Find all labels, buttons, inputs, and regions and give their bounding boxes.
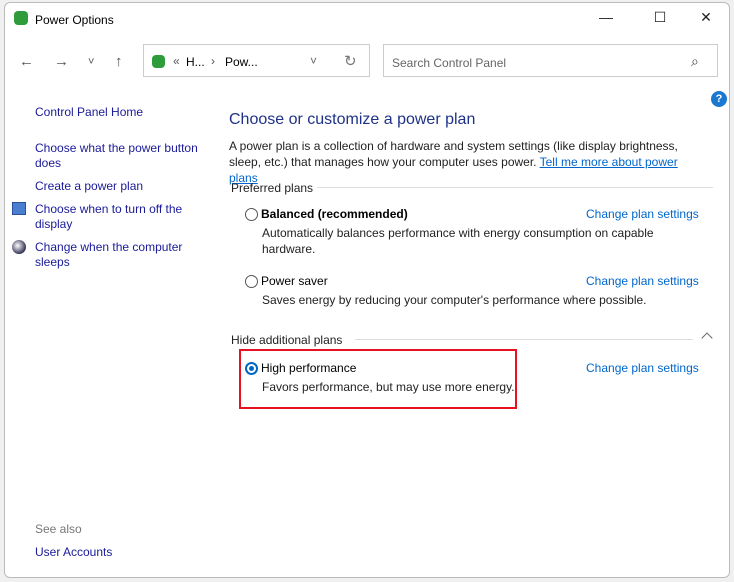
create-plan-link[interactable]: Create a power plan bbox=[35, 179, 143, 194]
close-button[interactable]: ✕ bbox=[683, 9, 729, 31]
power-saver-description: Saves energy by reducing your computer's… bbox=[262, 293, 647, 307]
power-options-icon bbox=[152, 55, 165, 68]
breadcrumb-home[interactable]: H... bbox=[186, 55, 205, 69]
overflow-chevron[interactable]: « bbox=[173, 54, 180, 68]
maximize-button[interactable]: ☐ bbox=[637, 9, 683, 31]
address-bar[interactable]: « H... › Pow... ˅ ↻ bbox=[143, 44, 370, 77]
up-button[interactable]: ↑ bbox=[115, 53, 123, 70]
back-button[interactable]: ← bbox=[19, 53, 34, 70]
power-options-window: Power Options — ☐ ✕ ← → ˅ ↑ « H... › Pow… bbox=[4, 2, 730, 578]
search-input[interactable]: Search Control Panel bbox=[383, 44, 718, 77]
minimize-button[interactable]: — bbox=[583, 9, 629, 31]
collapse-chevron-icon[interactable] bbox=[701, 332, 713, 344]
divider bbox=[317, 187, 713, 188]
turn-off-display-link[interactable]: Choose when to turn off the display bbox=[35, 202, 200, 232]
balanced-description: Automatically balances performance with … bbox=[262, 226, 654, 256]
forward-button[interactable]: → bbox=[54, 53, 69, 70]
power-saver-plan-name[interactable]: Power saver bbox=[261, 274, 328, 288]
power-saver-change-settings-link[interactable]: Change plan settings bbox=[586, 274, 699, 288]
high-performance-plan-name[interactable]: High performance bbox=[261, 361, 356, 375]
balanced-change-settings-link[interactable]: Change plan settings bbox=[586, 207, 699, 221]
breadcrumb-separator: › bbox=[211, 54, 215, 68]
computer-sleeps-link[interactable]: Change when the computer sleeps bbox=[35, 240, 195, 270]
balanced-radio[interactable] bbox=[245, 208, 258, 221]
page-title: Choose or customize a power plan bbox=[229, 111, 476, 128]
hide-additional-plans-label[interactable]: Hide additional plans bbox=[231, 333, 342, 347]
see-also-label: See also bbox=[35, 522, 82, 536]
help-button[interactable]: ? bbox=[711, 91, 727, 107]
high-performance-description: Favors performance, but may use more ene… bbox=[262, 380, 515, 394]
divider bbox=[355, 339, 693, 340]
refresh-button[interactable]: ↻ bbox=[344, 52, 357, 70]
control-panel-home-link[interactable]: Control Panel Home bbox=[35, 105, 143, 120]
user-accounts-link[interactable]: User Accounts bbox=[35, 545, 112, 560]
high-performance-change-settings-link[interactable]: Change plan settings bbox=[586, 361, 699, 375]
address-dropdown[interactable]: ˅ bbox=[310, 54, 317, 68]
breadcrumb-power[interactable]: Pow... bbox=[225, 55, 258, 69]
balanced-plan-name[interactable]: Balanced (recommended) bbox=[261, 207, 408, 221]
sleep-moon-icon bbox=[12, 240, 26, 254]
power-options-icon bbox=[14, 11, 28, 25]
search-icon[interactable]: ⌕ bbox=[691, 53, 699, 70]
power-button-link[interactable]: Choose what the power button does bbox=[35, 141, 205, 171]
power-saver-radio[interactable] bbox=[245, 275, 258, 288]
preferred-plans-label: Preferred plans bbox=[231, 181, 314, 195]
recent-locations-button[interactable]: ˅ bbox=[88, 56, 94, 68]
display-clock-icon bbox=[12, 202, 26, 215]
window-title: Power Options bbox=[35, 13, 114, 27]
high-performance-radio[interactable] bbox=[245, 362, 258, 375]
